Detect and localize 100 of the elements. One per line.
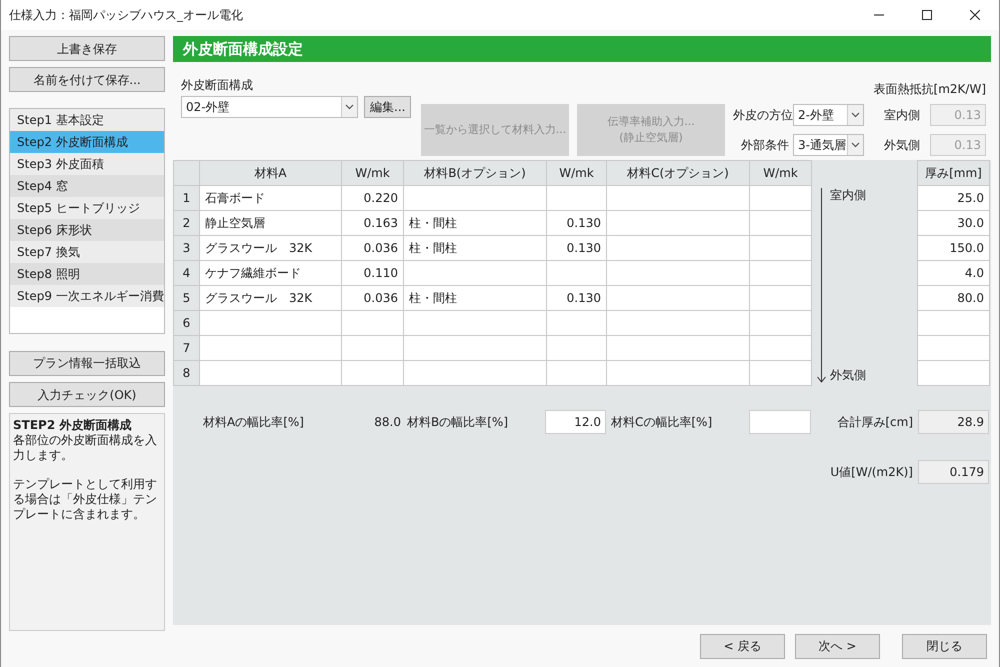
orientation-dropdown[interactable]: 2-外壁 [793,104,864,126]
table-cell[interactable] [606,186,750,210]
table-cell[interactable] [546,360,606,386]
table-cell[interactable]: 80.0 [918,286,990,310]
table-cell[interactable]: 0.220 [342,186,404,210]
table-cell[interactable] [606,286,750,310]
close-icon[interactable] [970,10,980,20]
readonly-field: 28.9 [918,410,989,434]
table-cell[interactable]: 0.130 [546,236,606,260]
step-item[interactable]: Step9 一次エネルギー消費 [10,285,164,307]
table-cell[interactable] [918,360,990,386]
table-cell[interactable] [750,186,812,210]
action-button[interactable]: プラン情報一括取込 [9,350,165,376]
help-title: STEP2 外皮断面構成 [13,418,132,433]
table-cell[interactable]: グラスウール 32K [200,286,342,310]
readonly-field: 0.13 [930,104,986,126]
resistance-title: 表面熱抵抗[m2K/W] [874,81,986,98]
table-cell[interactable] [750,210,812,236]
step-item[interactable]: Step3 外皮面積 [10,153,164,175]
direction-label: 外気側 [830,366,866,384]
table-cell[interactable] [750,336,812,360]
table-cell[interactable] [200,310,342,336]
table-cell[interactable]: ケナフ繊維ボード [200,260,342,286]
help-text: テンプレートとして利用する場合は「外皮仕様」テンプレートに含まれます。 [13,477,158,522]
step-item[interactable]: Step5 ヒートブリッジ [10,197,164,219]
ratio-label: 材料Aの幅比率[%] [202,414,305,431]
edit-button[interactable]: 編集... [364,96,412,118]
table-cell[interactable] [750,236,812,260]
table-cell[interactable]: 0.163 [342,210,404,236]
table-cell[interactable] [404,186,546,210]
column-header: 材料B(オプション) [404,160,546,186]
table-cell[interactable]: グラスウール 32K [200,236,342,260]
table-cell[interactable]: 0.130 [546,210,606,236]
step-item[interactable]: Step4 窓 [10,175,164,197]
column-header: 材料C(オプション) [606,160,750,186]
readonly-field: 0.13 [930,134,986,156]
action-button[interactable]: 入力チェック(OK) [9,382,165,407]
table-cell[interactable] [606,360,750,386]
table-cell[interactable] [918,310,990,336]
ratio-field[interactable]: 12.0 [545,410,606,434]
section-dropdown[interactable]: 02-外壁 [181,96,358,118]
table-cell[interactable] [750,310,812,336]
column-header: 材料A [200,160,342,186]
section-header: 外皮断面構成設定 [173,36,991,62]
table-cell[interactable] [606,210,750,236]
table-cell[interactable] [606,310,750,336]
step-item[interactable]: Step2 外皮断面構成 [10,131,164,153]
table-cell[interactable]: 柱・間柱 [404,210,546,236]
table-cell[interactable] [918,336,990,360]
table-cell[interactable] [606,236,750,260]
step-item[interactable]: Step1 基本設定 [10,109,164,131]
footer-button[interactable]: 閉じる [902,634,987,658]
table-cell[interactable] [404,336,546,360]
field-label: 室内側 [884,107,920,124]
step-item[interactable]: Step6 床形状 [10,219,164,241]
table-cell[interactable] [342,336,404,360]
table-cell[interactable] [546,186,606,210]
footer-button[interactable]: 次へ > [795,634,880,658]
column-header: 厚み[mm] [918,160,990,186]
table-cell[interactable] [404,310,546,336]
ratio-field[interactable] [749,410,811,434]
footer-button[interactable]: < 戻る [700,634,785,658]
help-text: 各部位の外皮断面構成を入力します。 [13,433,158,463]
step-item[interactable]: Step7 換気 [10,241,164,263]
table-cell[interactable] [200,360,342,386]
table-cell[interactable]: 0.130 [546,286,606,310]
table-cell[interactable] [546,260,606,286]
table-cell[interactable]: 4.0 [918,260,990,286]
window-title: 仕様入力：福岡パッシブハウス_オール電化 [8,7,244,24]
table-cell[interactable] [606,336,750,360]
field-label: 外部条件 [740,137,789,154]
table-cell[interactable]: 150.0 [918,236,990,260]
ratio-label: 材料Bの幅比率[%] [406,414,509,431]
save-button[interactable]: 上書き保存 [9,36,165,61]
section-label: 外皮断面構成 [181,77,254,94]
table-cell[interactable] [404,360,546,386]
table-cell[interactable]: 0.036 [342,286,404,310]
table-cell[interactable] [342,310,404,336]
save-button[interactable]: 名前を付けて保存... [9,67,165,92]
table-cell[interactable]: 25.0 [918,186,990,210]
table-cell[interactable] [750,286,812,310]
table-cell[interactable] [342,360,404,386]
table-cell[interactable]: 柱・間柱 [404,286,546,310]
table-cell[interactable] [546,310,606,336]
table-cell[interactable]: 30.0 [918,210,990,236]
table-cell[interactable] [200,336,342,360]
table-cell[interactable] [404,260,546,286]
table-cell[interactable] [750,260,812,286]
maximize-icon[interactable] [922,10,932,20]
table-cell[interactable] [546,336,606,360]
table-cell[interactable]: 石膏ボード [200,186,342,210]
table-cell[interactable]: 0.036 [342,236,404,260]
step-item[interactable]: Step8 照明 [10,263,164,285]
table-cell[interactable]: 柱・間柱 [404,236,546,260]
condition-dropdown[interactable]: 3-通気層 [793,134,864,156]
table-cell[interactable]: 0.110 [342,260,404,286]
table-cell[interactable] [606,260,750,286]
chevron-down-icon [345,104,354,110]
table-cell[interactable]: 静止空気層 [200,210,342,236]
table-cell[interactable] [750,360,812,386]
